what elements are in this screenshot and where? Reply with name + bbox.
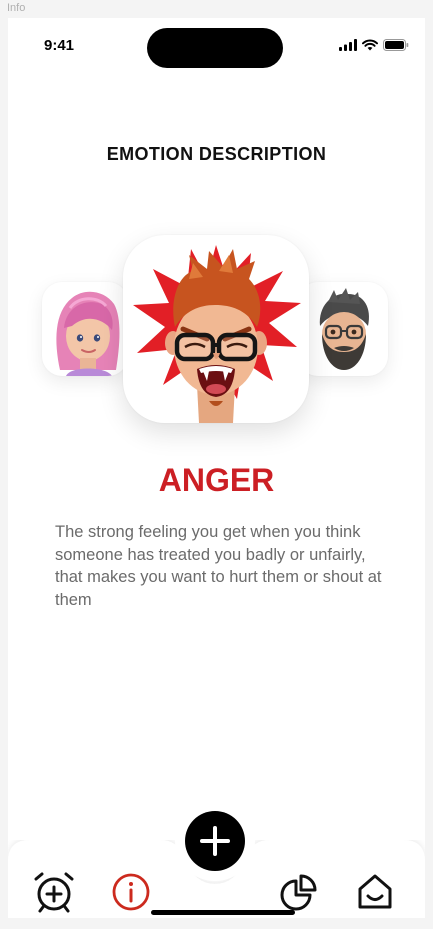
carousel-card-previous[interactable] xyxy=(42,282,128,376)
battery-icon xyxy=(383,39,409,51)
wifi-icon xyxy=(362,39,378,51)
tab-statistics[interactable] xyxy=(276,870,322,914)
emotion-name: ANGER xyxy=(158,462,275,498)
add-icon xyxy=(200,826,230,856)
tab-alarm[interactable] xyxy=(30,870,78,914)
carousel-card-next[interactable] xyxy=(298,282,388,376)
carousel-card-current[interactable] xyxy=(123,235,309,423)
status-time: 9:41 xyxy=(44,37,75,54)
pie-chart-icon xyxy=(280,874,317,911)
bearded-memoji-icon xyxy=(319,288,370,370)
signal-icon xyxy=(339,39,357,51)
tab-home[interactable] xyxy=(352,870,398,914)
add-button[interactable] xyxy=(185,811,245,871)
phone-screen: 9:41 EMOTION DESCRIPTION ANGER The stron… xyxy=(8,18,425,918)
page-title: EMOTION DESCRIPTION xyxy=(106,144,327,164)
angry-memoji-icon xyxy=(133,245,301,423)
alarm-add-icon xyxy=(34,872,74,913)
tab-info[interactable] xyxy=(108,870,154,914)
pink-haired-memoji-icon xyxy=(56,291,120,376)
frame-label: Info xyxy=(7,2,26,14)
home-icon xyxy=(358,874,392,909)
info-icon xyxy=(112,873,150,911)
emotion-description: The strong feeling you get when you thin… xyxy=(55,523,382,609)
status-icons xyxy=(339,38,409,52)
home-indicator xyxy=(151,910,295,915)
dynamic-island xyxy=(147,28,283,68)
